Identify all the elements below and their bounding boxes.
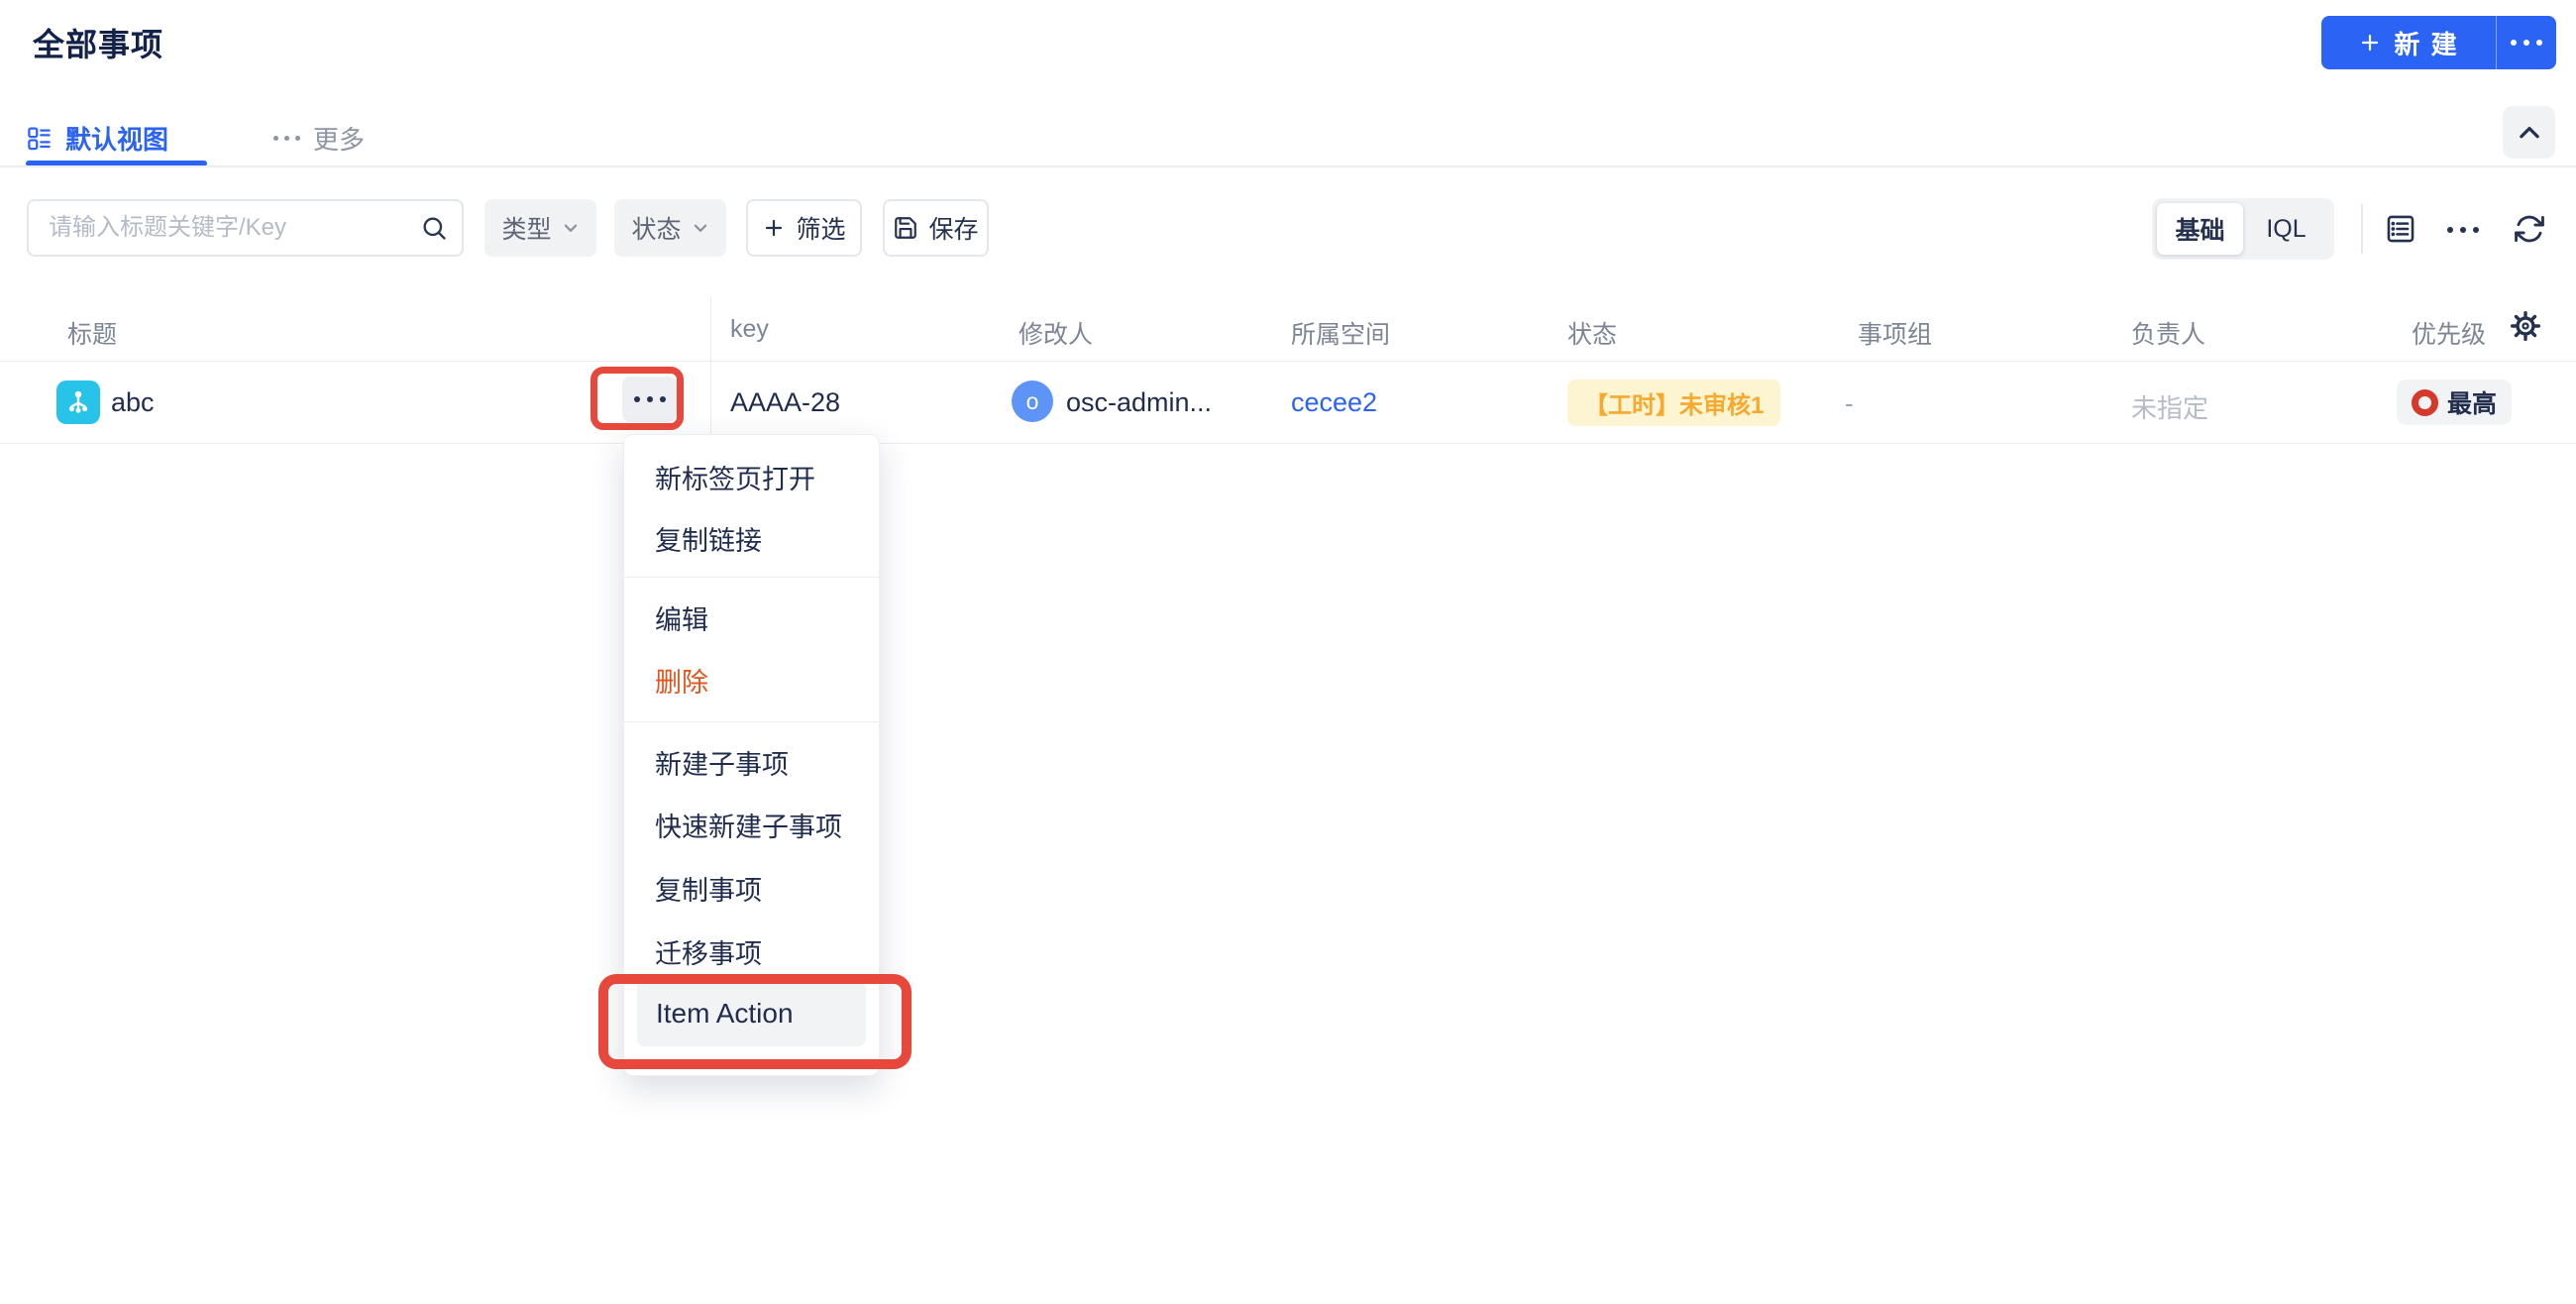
ellipsis-icon <box>273 135 300 141</box>
menu-item-edit[interactable]: 编辑 <box>624 589 879 646</box>
menu-divider <box>624 577 879 578</box>
row-border <box>0 443 2576 444</box>
status-filter-label: 状态 <box>631 216 682 244</box>
menu-item-open-new-tab[interactable]: 新标签页打开 <box>624 448 879 505</box>
menu-item-migrate-item[interactable]: 迁移事项 <box>624 923 879 980</box>
new-item-button[interactable]: 新 建 <box>2321 16 2556 69</box>
more-tools-button[interactable] <box>2443 214 2483 246</box>
new-item-main[interactable]: 新 建 <box>2321 16 2496 69</box>
search-input[interactable] <box>29 201 462 255</box>
row-status-badge[interactable]: 【工时】未审核1 <box>1567 380 1781 426</box>
type-filter-dropdown[interactable]: 类型 <box>484 199 596 257</box>
menu-item-quick-new-subitem[interactable]: 快速新建子事项 <box>624 796 879 853</box>
column-header-assignee: 负责人 <box>2131 321 2206 349</box>
collapse-toolbar-button[interactable] <box>2503 106 2555 159</box>
save-view-button[interactable]: 保存 <box>883 199 989 257</box>
column-header-group: 事项组 <box>1858 321 1933 349</box>
save-view-label: 保存 <box>928 216 979 244</box>
detail-view-button[interactable] <box>2384 212 2417 246</box>
new-item-label: 新 建 <box>2394 29 2459 59</box>
refresh-button[interactable] <box>2513 212 2546 246</box>
row-item-group: - <box>1845 388 1854 418</box>
modifier-avatar: o <box>1012 380 1053 422</box>
ellipsis-icon <box>633 396 666 402</box>
chevron-down-icon <box>694 224 706 232</box>
add-filter-label: 筛选 <box>796 216 846 244</box>
menu-divider <box>624 721 879 722</box>
app-root: 全部事项 新 建 默认视图 更多 类型 <box>0 0 2576 1304</box>
add-filter-button[interactable]: 筛选 <box>746 199 862 257</box>
query-mode-toggle: 基础 IQL <box>2152 198 2334 260</box>
gear-icon <box>2510 310 2541 342</box>
tabs-divider <box>0 165 2576 167</box>
column-header-key: key <box>730 315 769 343</box>
tab-more-label: 更多 <box>313 124 366 155</box>
column-header-status: 状态 <box>1567 321 1618 349</box>
plus-icon <box>2362 34 2379 52</box>
priority-highest-icon <box>2412 388 2438 416</box>
tab-default-view-label: 默认视图 <box>65 124 169 155</box>
search-box <box>27 199 464 257</box>
row-priority-badge[interactable]: 最高 <box>2397 380 2513 425</box>
new-item-more-button[interactable] <box>2497 16 2556 69</box>
save-icon <box>895 217 917 239</box>
menu-item-delete[interactable]: 删除 <box>624 651 879 708</box>
refresh-icon <box>2515 215 2544 243</box>
mode-basic-tab[interactable]: 基础 <box>2157 203 2243 255</box>
column-header-priority: 优先级 <box>2412 321 2487 349</box>
type-filter-label: 类型 <box>501 216 552 244</box>
view-icon <box>28 126 51 150</box>
item-type-icon <box>56 380 100 424</box>
menu-item-copy-item[interactable]: 复制事项 <box>624 859 879 917</box>
column-header-space: 所属空间 <box>1291 321 1391 349</box>
ellipsis-icon <box>2511 40 2542 46</box>
column-header-modifier: 修改人 <box>1019 321 1094 349</box>
column-header-title: 标题 <box>67 321 118 349</box>
toolbar-divider <box>2361 204 2363 254</box>
row-actions-button[interactable] <box>622 377 677 422</box>
row-context-menu: 新标签页打开 复制链接 编辑 删除 新建子事项 快速新建子事项 复制事项 迁移事… <box>623 434 880 1076</box>
menu-item-item-action[interactable]: Item Action <box>637 981 866 1046</box>
chevron-down-icon <box>564 224 577 232</box>
menu-item-new-subitem[interactable]: 新建子事项 <box>624 733 879 791</box>
tab-default-view[interactable]: 默认视图 <box>26 115 168 161</box>
row-title-link[interactable]: abc <box>111 387 155 418</box>
priority-label: 最高 <box>2447 390 2498 418</box>
plus-icon <box>766 219 783 237</box>
column-settings-button[interactable] <box>2509 309 2542 348</box>
row-assignee: 未指定 <box>2131 393 2209 423</box>
row-key: AAAA-28 <box>730 387 841 417</box>
page-title: 全部事项 <box>33 27 164 62</box>
column-divider <box>710 297 711 444</box>
table-header-border <box>0 361 2576 362</box>
mode-iql-tab[interactable]: IQL <box>2243 203 2329 255</box>
ellipsis-icon <box>2447 227 2479 233</box>
search-icon[interactable] <box>420 214 448 247</box>
row-space-link[interactable]: cecee2 <box>1291 387 1377 418</box>
chevron-up-icon <box>2519 126 2539 138</box>
row-modifier: osc-admin... <box>1066 387 1213 417</box>
status-filter-dropdown[interactable]: 状态 <box>614 199 726 257</box>
list-detail-icon <box>2387 215 2415 243</box>
menu-item-copy-link[interactable]: 复制链接 <box>624 509 879 567</box>
tab-more[interactable]: 更多 <box>273 115 365 161</box>
